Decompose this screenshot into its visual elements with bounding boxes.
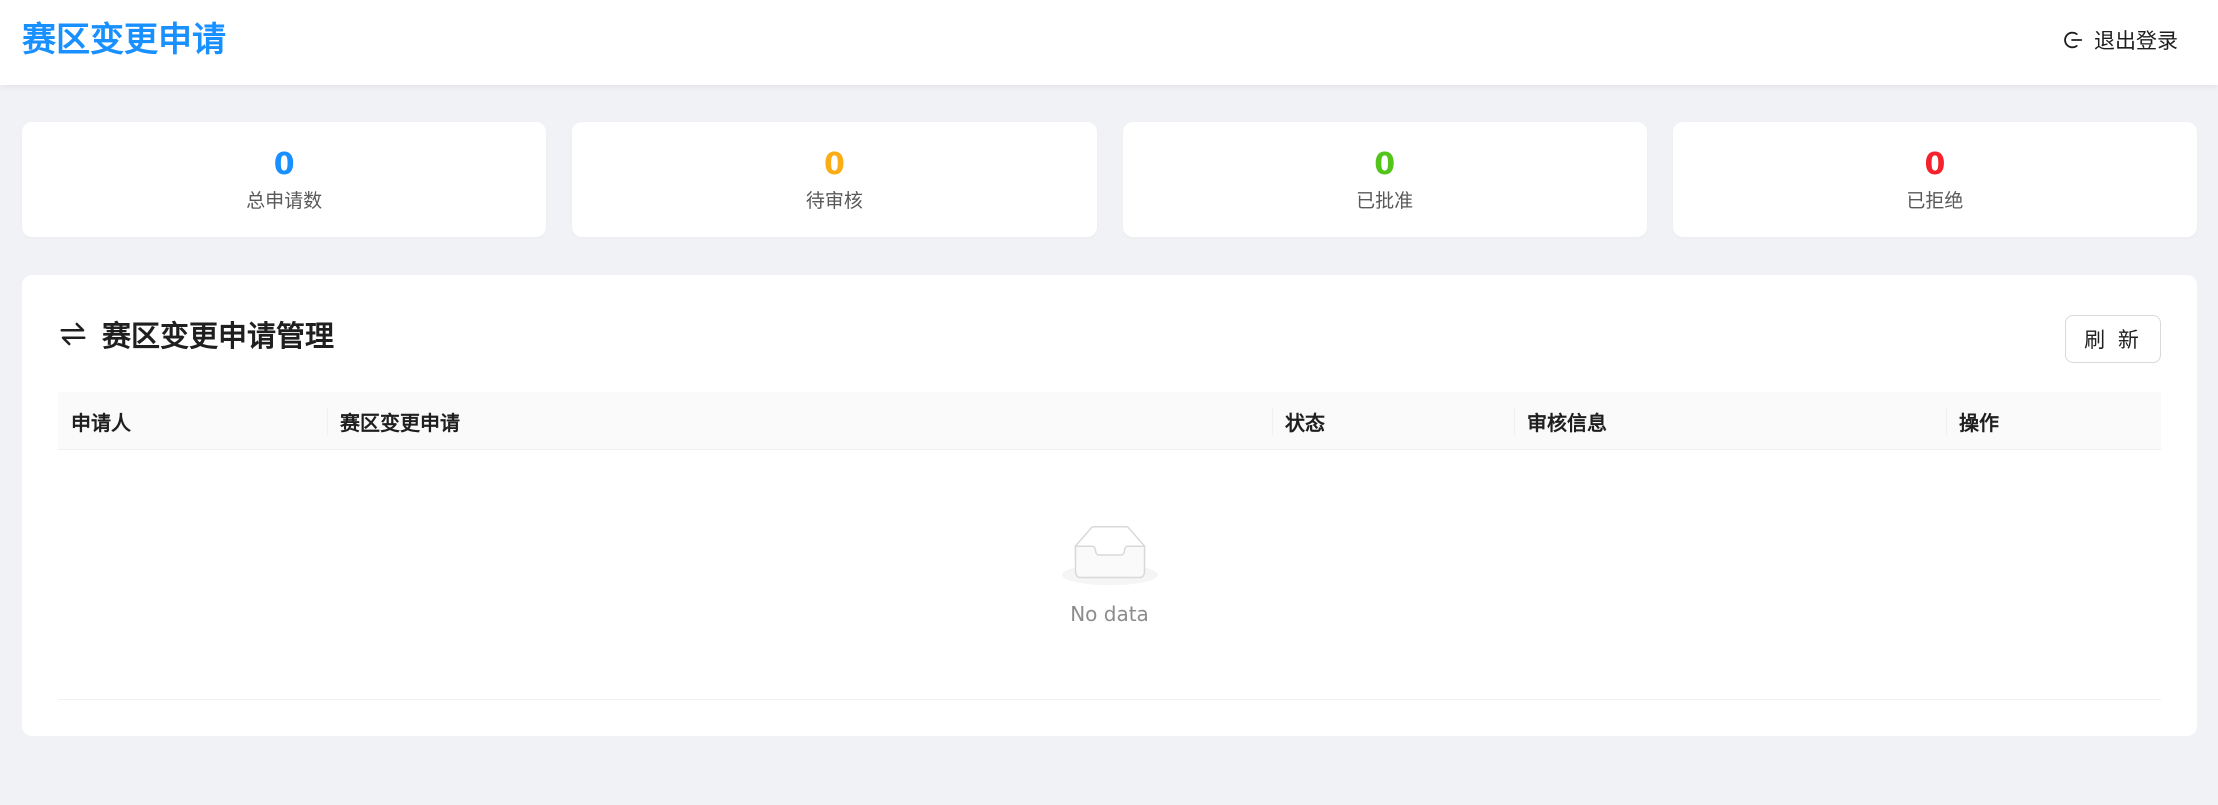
table-header: 申请人 赛区变更申请 状态 审核信息 操作 bbox=[58, 392, 2161, 450]
app-header: 赛区变更申请 退出登录 bbox=[0, 0, 2218, 85]
logout-label: 退出登录 bbox=[2094, 29, 2178, 53]
column-header-review-info[interactable]: 审核信息 bbox=[1514, 392, 1946, 450]
stat-card-rejected: 0 已拒绝 bbox=[1672, 122, 2197, 237]
panel-title: 赛区变更申请管理 bbox=[102, 319, 335, 353]
column-header-actions[interactable]: 操作 bbox=[1946, 392, 2161, 450]
logout-icon bbox=[2064, 31, 2083, 49]
stat-card-pending: 0 待审核 bbox=[572, 122, 1097, 237]
stat-value-total: 0 bbox=[273, 147, 295, 182]
column-header-change-request[interactable]: 赛区变更申请 bbox=[327, 392, 1272, 450]
applications-table: 申请人 赛区变更申请 状态 审核信息 操作 No data bbox=[58, 392, 2161, 700]
stat-label-approved: 已批准 bbox=[1356, 190, 1414, 212]
stat-value-approved: 0 bbox=[1374, 147, 1396, 182]
swap-icon bbox=[60, 322, 86, 346]
column-header-applicant[interactable]: 申请人 bbox=[58, 392, 327, 450]
stat-card-approved: 0 已批准 bbox=[1122, 122, 1647, 237]
empty-inbox-icon bbox=[1061, 526, 1158, 586]
column-header-status[interactable]: 状态 bbox=[1272, 392, 1514, 450]
panel-header: 赛区变更申请管理 bbox=[58, 313, 334, 355]
stat-value-pending: 0 bbox=[823, 147, 845, 182]
stat-label-rejected: 已拒绝 bbox=[1906, 190, 1964, 212]
empty-state: No data bbox=[58, 450, 2161, 700]
page-title: 赛区变更申请 bbox=[22, 20, 226, 60]
stats-row: 0 总申请数 0 待审核 0 已批准 0 已拒绝 bbox=[22, 122, 2197, 237]
stat-value-rejected: 0 bbox=[1924, 147, 1946, 182]
logout-button[interactable]: 退出登录 bbox=[2062, 22, 2178, 58]
stat-card-total: 0 总申请数 bbox=[22, 122, 547, 237]
applications-panel: 赛区变更申请管理 刷 新 申请人 赛区变更申请 状态 审核信息 操作 No da… bbox=[22, 275, 2197, 736]
refresh-button[interactable]: 刷 新 bbox=[2065, 315, 2161, 363]
empty-text: No data bbox=[1070, 602, 1149, 626]
stat-label-total: 总申请数 bbox=[246, 190, 323, 212]
stat-label-pending: 待审核 bbox=[805, 190, 863, 212]
